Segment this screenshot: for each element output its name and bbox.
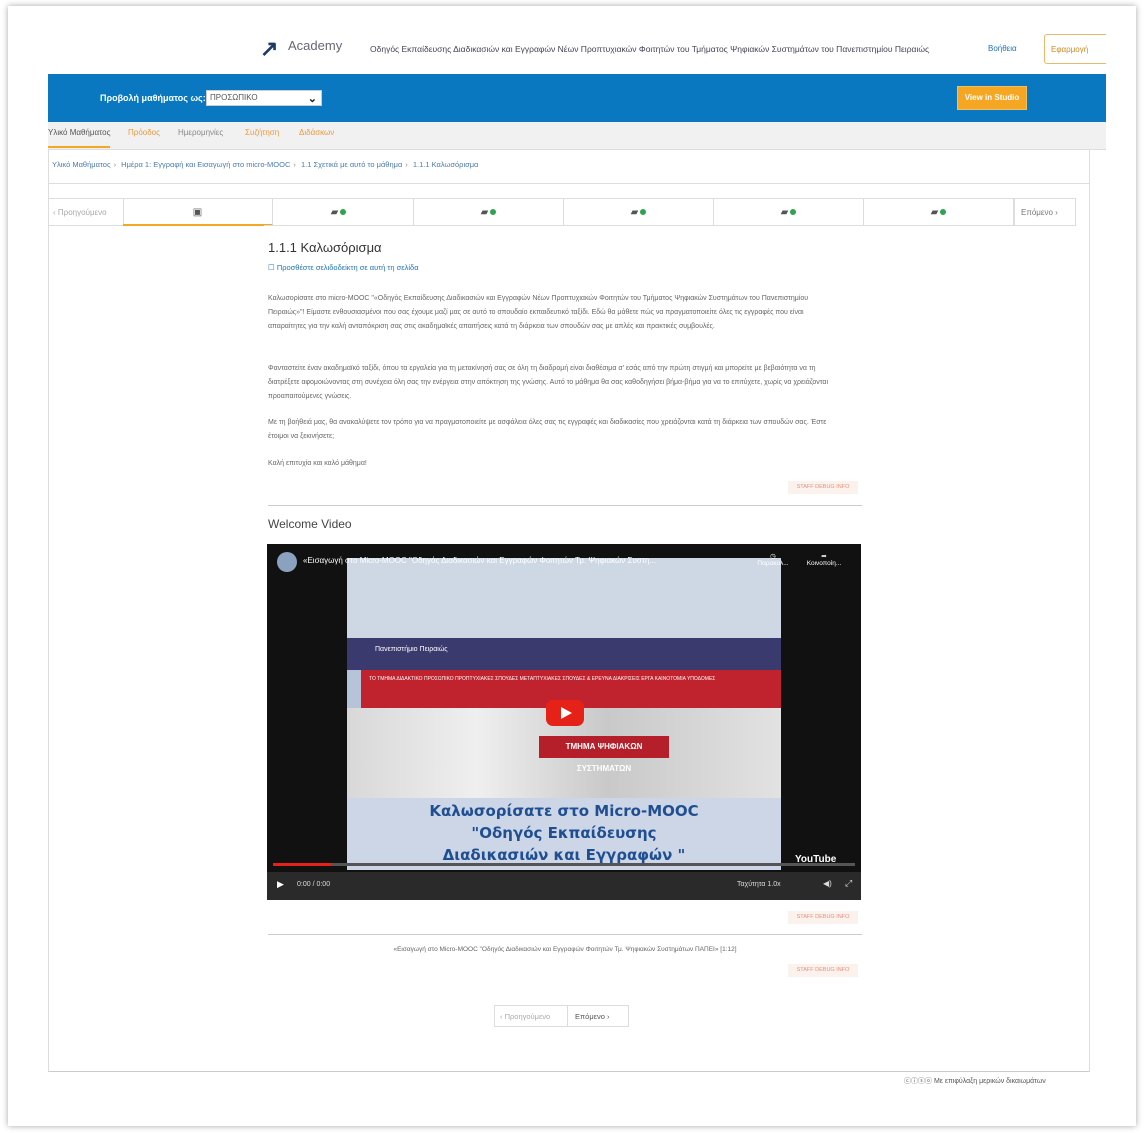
play-icon[interactable] — [546, 700, 584, 726]
thumbnail-menu: ΤΟ ΤΜΗΜΑ ΔΙΔΑΚΤΙΚΟ ΠΡΟΣΩΠΙΚΟ ΠΡΟΠΤΥΧΙΑΚΕ… — [369, 676, 716, 682]
help-link[interactable]: Βοήθεια — [988, 44, 1017, 53]
site-header: ↗ Academy Οδηγός Εκπαίδευσης Διαδικασιών… — [48, 24, 1106, 74]
bookmark-icon: ☐ — [268, 263, 277, 272]
thumbnail-welcome-line2: "Οδηγός Εκπαίδευσης — [471, 824, 657, 842]
video-complete-icon: ▰ — [781, 207, 797, 218]
next-button[interactable]: Επόμενο › — [567, 1005, 629, 1027]
tab-discussion[interactable]: Συζήτηση — [245, 128, 279, 137]
breadcrumb-section[interactable]: Ημέρα 1: Εγγραφή και Εισαγωγή στο micro-… — [121, 160, 290, 169]
video-title[interactable]: «Εισαγωγή στο Micro-MOOC "Οδηγός Διαδικα… — [303, 556, 763, 565]
sequence-tab-2[interactable]: ▰ — [264, 198, 414, 226]
tab-instructor[interactable]: Διδάσκων — [299, 128, 334, 137]
staff-debug-button[interactable]: STAFF DEBUG INFO — [788, 481, 858, 494]
thumbnail-university: Πανεπιστήμιο Πειραιώς — [375, 646, 448, 653]
channel-avatar[interactable] — [277, 552, 297, 572]
speed-button[interactable]: Ταχύτητα 1.0x — [737, 881, 781, 888]
sequence-nav: ‹ Προηγούμενο ▣ ▰ ▰ ▰ ▰ ▰ Επόμενο › — [48, 198, 1078, 226]
video-complete-icon: ▰ — [331, 207, 347, 218]
video-heading: Welcome Video — [268, 517, 352, 531]
logo-icon[interactable]: ↗ — [260, 36, 278, 62]
unit-title: 1.1.1 Καλωσόρισμα — [268, 240, 382, 255]
breadcrumb-course[interactable]: Υλικό Μαθήματος — [52, 160, 111, 169]
chevron-right-icon: › — [604, 1012, 610, 1021]
license-footer[interactable]: ⓒⓘⓢⓞ Με επιφύλαξη μερικών δικαιωμάτων — [904, 1076, 1046, 1086]
sequence-tab-6[interactable]: ▰ — [864, 198, 1014, 226]
thumbnail-welcome-line1: Καλωσορίσατε στο Micro-MOOC — [429, 802, 699, 820]
sequence-tab-3[interactable]: ▰ — [414, 198, 564, 226]
volume-icon[interactable]: ◀) — [823, 879, 832, 888]
logo-text[interactable]: Academy — [288, 38, 342, 53]
intro-paragraph-1: Καλωσορίσατε στο micro-MOOC "«Οδηγός Εκπ… — [268, 295, 809, 330]
share-icon: ➦ — [821, 553, 827, 560]
video-progress-bar[interactable] — [273, 863, 855, 866]
creative-commons-icon: ⓒⓘⓢⓞ — [904, 1078, 934, 1085]
sequence-tab-1[interactable]: ▣ — [123, 198, 273, 226]
breadcrumb: Υλικό Μαθήματος › Ημέρα 1: Εγγραφή και Ει… — [52, 160, 479, 169]
video-player[interactable]: Πανεπιστήμιο Πειραιώς ΤΟ ΤΜΗΜΑ ΔΙΔΑΚΤΙΚΟ… — [267, 544, 861, 900]
course-title: Οδηγός Εκπαίδευσης Διαδικασιών και Εγγρα… — [370, 44, 930, 54]
video-complete-icon: ▰ — [931, 207, 947, 218]
share-button[interactable]: ➦ Κοινοποίη... — [799, 552, 849, 567]
chevron-down-icon: ⌄ — [307, 93, 317, 105]
preview-as-value: ΠΡΟΣΩΠΙΚΟ — [210, 93, 258, 102]
tab-progress[interactable]: Πρόοδος — [128, 128, 160, 137]
fullscreen-icon[interactable]: ⤢ — [845, 878, 852, 889]
chevron-right-icon: › — [1052, 208, 1058, 217]
youtube-logo[interactable]: YouTube — [795, 854, 836, 865]
sequence-tab-5[interactable]: ▰ — [714, 198, 864, 226]
clock-icon: ◷ — [770, 553, 776, 560]
user-menu-button[interactable]: Εφαρμογή — [1044, 34, 1106, 64]
breadcrumb-unit: 1.1.1 Καλωσόρισμα — [412, 160, 479, 169]
document-icon: ▣ — [192, 207, 203, 218]
thumbnail-sign: ΤΜΗΜΑ ΨΗΦΙΑΚΩΝ ΣΥΣΤΗΜΑΤΩΝ — [539, 736, 669, 773]
intro-paragraph-2: Φανταστείτε έναν ακαδημαϊκό ταξίδι, όπου… — [268, 365, 829, 400]
tab-dates[interactable]: Ημερομηνίες — [178, 128, 223, 137]
video-time: 0:00 / 0:00 — [297, 881, 331, 888]
sequence-tab-4[interactable]: ▰ — [564, 198, 714, 226]
video-transcript-title: «Εισαγωγή στο Micro-MOOC "Οδηγός Διαδικα… — [393, 946, 737, 953]
intro-paragraph-3: Με τη βοήθειά μας, θα ανακαλύψετε τον τρ… — [268, 419, 827, 440]
view-in-studio-button[interactable]: View in Studio — [957, 86, 1027, 110]
previous-button[interactable]: ‹ Προηγούμενο — [494, 1005, 568, 1027]
sequence-next-button[interactable]: Επόμενο › — [1014, 198, 1076, 226]
preview-as-select[interactable]: ΠΡΟΣΩΠΙΚΟ ⌄ — [206, 90, 322, 106]
course-tabs: Υλικό Μαθήματος Πρόοδος Ημερομηνίες Συζή… — [48, 122, 1106, 150]
sequence-prev-button[interactable]: ‹ Προηγούμενο — [48, 198, 124, 226]
intro-paragraph-4: Καλή επιτυχία και καλό μάθημα! — [268, 460, 367, 467]
preview-bar: Προβολή μαθήματος ως: ΠΡΟΣΩΠΙΚΟ ⌄ View i… — [48, 74, 1106, 122]
divider — [48, 183, 1090, 184]
video-complete-icon: ▰ — [631, 207, 647, 218]
thumbnail-welcome-line3: Διαδικασιών και Εγγραφών " — [442, 846, 686, 864]
video-progress-fill — [273, 863, 332, 866]
breadcrumb-subsection[interactable]: 1.1 Σχετικά με αυτό το μάθημα — [301, 160, 402, 169]
preview-as-label: Προβολή μαθήματος ως: — [100, 93, 206, 103]
bookmark-button[interactable]: ☐ Προσθέστε σελιδοδείκτη σε αυτή τη σελί… — [268, 263, 419, 272]
staff-debug-button[interactable]: STAFF DEBUG INFO — [788, 964, 858, 977]
staff-debug-button[interactable]: STAFF DEBUG INFO — [788, 911, 858, 924]
watch-later-button[interactable]: ◷ Παρακολ... — [753, 552, 793, 567]
play-pause-icon[interactable]: ▶ — [277, 879, 284, 890]
tab-course[interactable]: Υλικό Μαθήματος — [48, 128, 111, 148]
video-complete-icon: ▰ — [481, 207, 497, 218]
divider — [268, 934, 862, 935]
video-controls: ▶ 0:00 / 0:00 Ταχύτητα 1.0x ◀) ⤢ — [267, 872, 861, 900]
divider — [268, 505, 862, 506]
